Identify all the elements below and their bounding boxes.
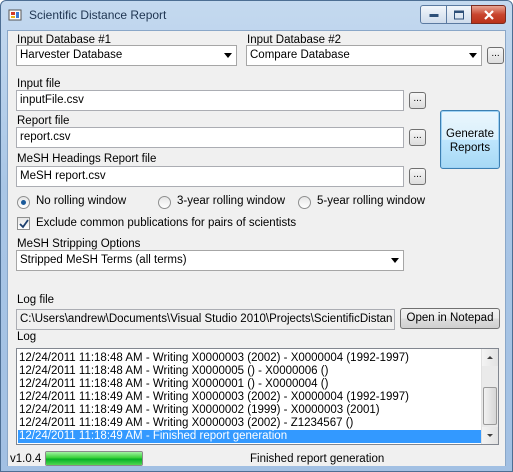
log-line[interactable]: 12/24/2011 11:18:48 AM - Writing X000000…	[19, 378, 328, 391]
mesh-report-file-browse-button[interactable]: ...	[409, 168, 426, 185]
chevron-down-icon	[487, 434, 493, 437]
version-label: v1.0.4	[10, 453, 42, 465]
report-file-label: Report file	[17, 115, 70, 127]
report-file-value: report.csv	[20, 131, 71, 143]
log-line[interactable]: 12/24/2011 11:18:49 AM - Writing X000000…	[19, 417, 353, 430]
log-label: Log	[17, 331, 37, 343]
input-db1-value: Harvester Database	[20, 49, 123, 61]
input-db2-value: Compare Database	[250, 49, 350, 61]
progress-bar	[45, 451, 143, 466]
radio-5year[interactable]	[298, 196, 311, 209]
chevron-down-icon	[469, 53, 477, 58]
radio-none[interactable]	[17, 196, 30, 209]
log-file-label: Log file	[17, 294, 55, 306]
chevron-up-icon	[487, 356, 493, 359]
close-button[interactable]	[471, 5, 506, 24]
form-client-area: Input Database #1 Harvester Database Inp…	[7, 30, 506, 466]
generate-reports-button[interactable]: Generate Reports	[440, 110, 500, 169]
minimize-button[interactable]	[420, 5, 447, 24]
main-window: Scientific Distance Report Input Databas…	[0, 0, 513, 472]
mesh-report-file-field[interactable]: MeSH report.csv	[16, 166, 404, 187]
app-icon	[8, 9, 22, 21]
generate-label-line2: Reports	[449, 142, 491, 154]
mesh-report-file-value: MeSH report.csv	[20, 170, 106, 182]
mesh-stripping-label: MeSH Stripping Options	[17, 238, 141, 250]
report-file-browse-button[interactable]: ...	[409, 129, 426, 146]
exclude-common-checkbox[interactable]	[17, 217, 30, 230]
log-list[interactable]: 12/24/2011 11:18:48 AM - Writing X000000…	[16, 348, 499, 445]
open-in-notepad-button[interactable]: Open in Notepad	[400, 308, 500, 329]
log-line[interactable]: 12/24/2011 11:18:48 AM - Writing X000000…	[19, 352, 409, 365]
progress-fill	[46, 452, 142, 465]
exclude-common-label: Exclude common publications for pairs of…	[36, 217, 297, 229]
input-file-browse-button[interactable]: ...	[409, 92, 426, 109]
status-bar: v1.0.4 Finished report generation	[8, 450, 505, 466]
radio-3year-label: 3-year rolling window	[177, 195, 286, 207]
chevron-down-icon	[224, 53, 232, 58]
mesh-stripping-select[interactable]: Stripped MeSH Terms (all terms)	[16, 250, 404, 271]
scroll-thumb[interactable]	[483, 387, 497, 425]
log-line[interactable]: 12/24/2011 11:18:49 AM - Writing X000000…	[19, 404, 380, 417]
radio-3year[interactable]	[158, 196, 171, 209]
log-file-field[interactable]: C:\Users\andrew\Documents\Visual Studio …	[16, 309, 395, 330]
status-message: Finished report generation	[250, 453, 385, 465]
input-file-field[interactable]: inputFile.csv	[16, 90, 404, 111]
chevron-down-icon	[391, 258, 399, 263]
scroll-up-button[interactable]	[482, 349, 498, 366]
radio-none-label: No rolling window	[36, 195, 127, 207]
log-scrollbar[interactable]	[481, 349, 498, 444]
minimize-icon	[429, 13, 438, 17]
mesh-report-file-label: MeSH Headings Report file	[17, 153, 157, 165]
radio-5year-label: 5-year rolling window	[317, 195, 426, 207]
log-line-selected[interactable]: 12/24/2011 11:18:49 AM - Finished report…	[18, 430, 488, 443]
report-file-field[interactable]: report.csv	[16, 127, 404, 148]
generate-label-line1: Generate	[446, 128, 494, 140]
input-db1-select[interactable]: Harvester Database	[16, 45, 237, 66]
input-db2-select[interactable]: Compare Database	[246, 45, 482, 66]
input-file-label: Input file	[17, 78, 61, 90]
log-file-value: C:\Users\andrew\Documents\Visual Studio …	[20, 313, 392, 325]
log-line[interactable]: 12/24/2011 11:18:49 AM - Writing X000000…	[19, 391, 409, 404]
scroll-down-button[interactable]	[482, 427, 498, 444]
checkmark-icon	[19, 219, 29, 229]
input-file-value: inputFile.csv	[20, 94, 84, 106]
db2-browse-button[interactable]: ...	[487, 47, 504, 64]
maximize-button[interactable]	[446, 5, 472, 24]
window-title: Scientific Distance Report	[29, 8, 167, 22]
log-line[interactable]: 12/24/2011 11:18:48 AM - Writing X000000…	[19, 365, 328, 378]
title-bar[interactable]: Scientific Distance Report	[1, 1, 512, 30]
mesh-stripping-value: Stripped MeSH Terms (all terms)	[20, 254, 187, 266]
close-icon	[483, 9, 494, 20]
maximize-icon	[454, 10, 464, 19]
